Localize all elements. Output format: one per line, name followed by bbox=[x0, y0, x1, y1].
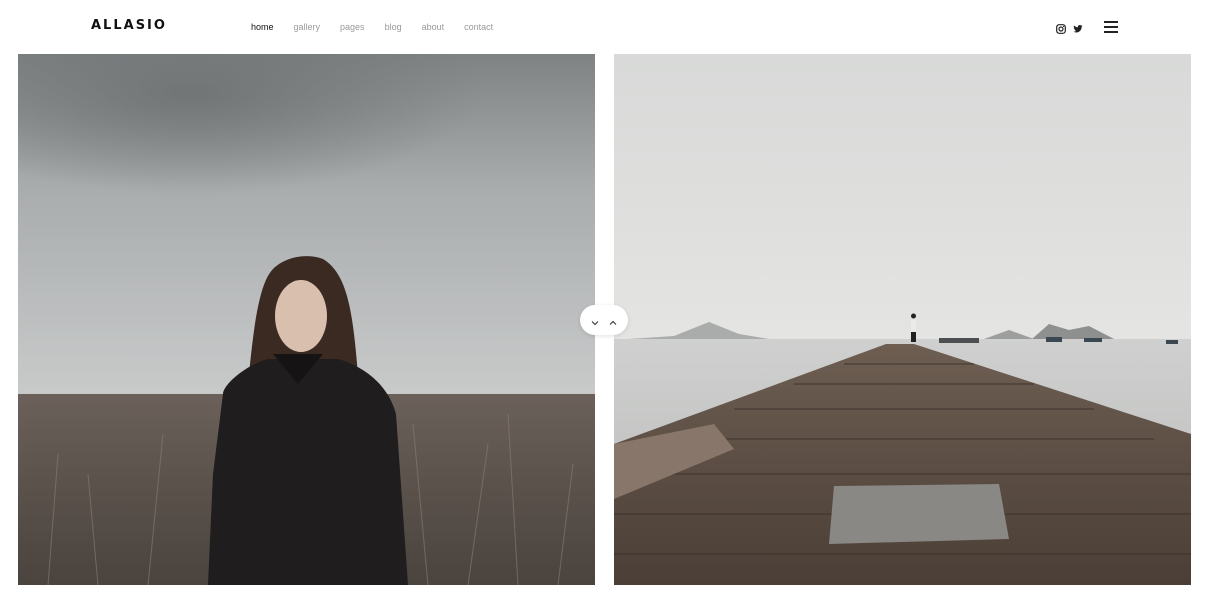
social-links bbox=[1056, 21, 1083, 34]
slide-image-woman[interactable] bbox=[18, 54, 595, 585]
nav-item-pages[interactable]: pages bbox=[340, 22, 365, 32]
instagram-icon[interactable] bbox=[1056, 21, 1066, 34]
nav-item-home[interactable]: home bbox=[251, 22, 274, 32]
nav-item-blog[interactable]: blog bbox=[385, 22, 402, 32]
site-logo[interactable]: ALLASIO bbox=[91, 18, 167, 33]
main-nav: home gallery pages blog about contact bbox=[251, 22, 513, 32]
nav-item-gallery[interactable]: gallery bbox=[294, 22, 321, 32]
chevron-up-icon[interactable] bbox=[608, 315, 618, 325]
hamburger-icon[interactable] bbox=[1104, 21, 1118, 33]
nav-item-about[interactable]: about bbox=[422, 22, 445, 32]
slide-image-pier[interactable] bbox=[614, 54, 1191, 585]
nav-item-contact[interactable]: contact bbox=[464, 22, 493, 32]
chevron-down-icon[interactable] bbox=[590, 315, 600, 326]
twitter-icon[interactable] bbox=[1073, 21, 1083, 33]
site-header: ALLASIO home gallery pages blog about co… bbox=[0, 0, 1209, 54]
slider-controls bbox=[580, 305, 628, 335]
